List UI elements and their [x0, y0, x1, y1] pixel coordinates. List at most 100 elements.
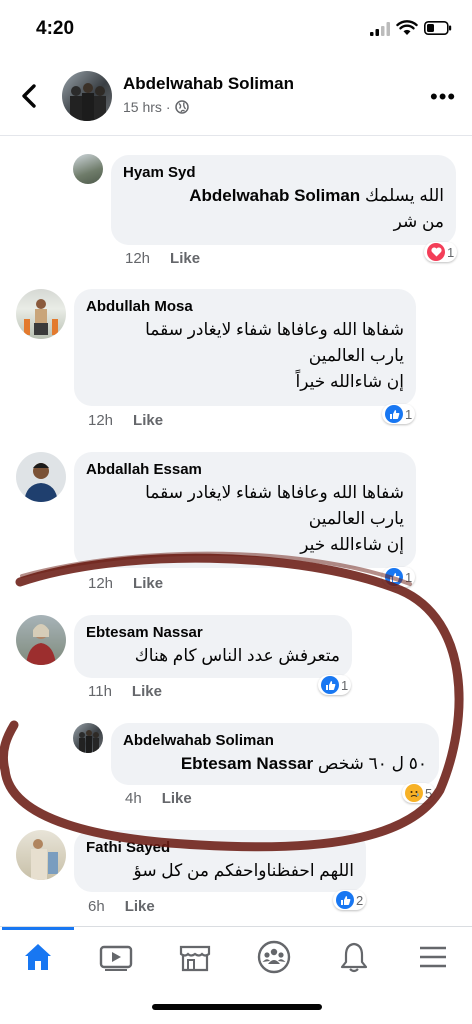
comment-time[interactable]: 11h: [88, 683, 112, 700]
groups-tab[interactable]: [244, 933, 304, 981]
comment-text-line: شفاها الله وعافاها شفاء لايغادر سقما: [145, 483, 404, 502]
bell-icon: [340, 942, 368, 973]
avatar[interactable]: [62, 71, 112, 121]
reaction-number: 1: [447, 244, 455, 260]
comment-author[interactable]: Hyam Syd: [123, 163, 444, 183]
like-button[interactable]: Like: [162, 790, 192, 807]
comment-text-line: متعرفش عدد الناس كام هناك: [134, 646, 340, 665]
person-photo-icon: [24, 299, 58, 335]
reaction-count[interactable]: 1: [382, 404, 416, 424]
globe-icon: [174, 100, 189, 114]
like-icon: [321, 676, 339, 694]
active-tab-indicator: [2, 927, 74, 930]
comment-author[interactable]: Abdelwahab Soliman: [123, 731, 427, 751]
hand-drawn-circle: [0, 551, 464, 852]
status-time: 4:20: [36, 18, 75, 39]
status-bar: 4:20: [0, 0, 472, 56]
comment-bubble: Abdelwahab Soliman ٥٠ ل ٦٠ شخص Ebtesam N…: [111, 723, 439, 785]
comment-bubble: Hyam Syd الله يسلمك Abdelwahab Soliman م…: [111, 155, 456, 245]
groups-icon: [257, 940, 291, 974]
avatar[interactable]: [16, 452, 66, 502]
comment-text-line: يارب العالمين: [308, 509, 404, 528]
post-meta: 15 hrs ·: [123, 99, 189, 115]
comment-time[interactable]: 12h: [88, 575, 113, 592]
reaction-number: 1: [341, 677, 349, 693]
group-photo-icon: [70, 83, 106, 121]
comment-actions: 12h Like: [88, 412, 163, 429]
comment-actions: 11h Like: [88, 683, 162, 700]
love-icon: [427, 243, 445, 261]
avatar[interactable]: [73, 723, 103, 753]
more-options-icon[interactable]: •••: [430, 86, 456, 108]
comment-text-line: اللهم احفظناواحفكم من كل سؤ: [133, 861, 354, 880]
comment-text: ٥٠ ل ٦٠ شخص Ebtesam Nassar: [123, 751, 427, 777]
comment-author[interactable]: Abdallah Essam: [86, 460, 404, 480]
comment-actions: 4h Like: [125, 790, 192, 807]
post-author-name[interactable]: Abdelwahab Soliman: [123, 74, 294, 94]
person-photo-icon: [31, 839, 58, 880]
comment-author[interactable]: Abdullah Mosa: [86, 297, 404, 317]
comment-text-line: يارب العالمين: [308, 346, 404, 365]
reaction-number: 5: [425, 785, 433, 801]
comment-text-line: إن شاءالله خيراً: [295, 372, 404, 391]
group-photo-icon: [79, 730, 99, 753]
back-icon[interactable]: [18, 82, 42, 110]
avatar[interactable]: [16, 830, 66, 880]
home-icon: [25, 944, 51, 970]
battery-icon: [424, 21, 452, 35]
home-indicator: [152, 1004, 322, 1010]
comment-author[interactable]: Ebtesam Nassar: [86, 623, 340, 643]
like-button[interactable]: Like: [125, 898, 155, 915]
comment-text-line: الله يسلمك: [364, 186, 444, 205]
person-photo-icon: [24, 463, 58, 502]
like-icon: [385, 405, 403, 423]
comment-time[interactable]: 12h: [88, 412, 113, 429]
comment-text: الله يسلمك Abdelwahab Soliman: [123, 183, 444, 209]
video-icon: [99, 945, 133, 971]
like-button[interactable]: Like: [132, 683, 162, 700]
mention-link[interactable]: Ebtesam Nassar: [181, 754, 313, 773]
comment-bubble: Fathi Sayed اللهم احفظناواحفكم من كل سؤ: [74, 830, 366, 892]
reaction-count[interactable]: 1: [382, 567, 416, 587]
marketplace-tab[interactable]: [165, 933, 225, 981]
like-button[interactable]: Like: [133, 575, 163, 592]
comment-text-line: من شر: [393, 212, 444, 231]
comment-text-line: شفاها الله وعافاها شفاء لايغادر سقما: [145, 320, 404, 339]
comment-time[interactable]: 6h: [88, 898, 105, 915]
sad-icon: [405, 784, 423, 802]
comment-text-line: ٥٠ ل ٦٠ شخص: [317, 754, 427, 773]
like-icon: [385, 568, 403, 586]
reaction-count[interactable]: 2: [333, 890, 367, 910]
comment-time[interactable]: 4h: [125, 790, 142, 807]
comment-actions: 12h Like: [88, 575, 163, 592]
comment-actions: 6h Like: [88, 898, 155, 915]
reaction-count[interactable]: 5: [402, 783, 436, 803]
reaction-count[interactable]: 1: [318, 675, 352, 695]
comment-bubble: Abdallah Essam شفاها الله وعافاها شفاء ل…: [74, 452, 416, 568]
comment-bubble: Abdullah Mosa شفاها الله وعافاها شفاء لا…: [74, 289, 416, 406]
reaction-number: 1: [405, 569, 413, 585]
post-time[interactable]: 15 hrs: [123, 99, 162, 115]
like-button[interactable]: Like: [133, 412, 163, 429]
signal-icon: [370, 22, 390, 36]
menu-tab[interactable]: [403, 933, 463, 981]
home-tab[interactable]: [8, 933, 68, 981]
comment-bubble: Ebtesam Nassar متعرفش عدد الناس كام هناك: [74, 615, 352, 678]
comment-text-line: إن شاءالله خير: [300, 535, 404, 554]
mention-link[interactable]: Abdelwahab Soliman: [189, 186, 360, 205]
comment-time[interactable]: 12h: [125, 250, 150, 267]
notifications-tab[interactable]: [324, 933, 384, 981]
store-icon: [179, 945, 211, 972]
comment-actions: 12h Like: [125, 250, 200, 267]
post-header: Abdelwahab Soliman 15 hrs · •••: [0, 56, 472, 136]
like-button[interactable]: Like: [170, 250, 200, 267]
reaction-number: 1: [405, 406, 413, 422]
like-icon: [336, 891, 354, 909]
avatar[interactable]: [73, 154, 103, 184]
avatar[interactable]: [16, 615, 66, 665]
watch-tab[interactable]: [86, 933, 146, 981]
avatar[interactable]: [16, 289, 66, 339]
reaction-count[interactable]: 1: [424, 242, 458, 262]
reaction-number: 2: [356, 892, 364, 908]
comment-author[interactable]: Fathi Sayed: [86, 838, 354, 858]
